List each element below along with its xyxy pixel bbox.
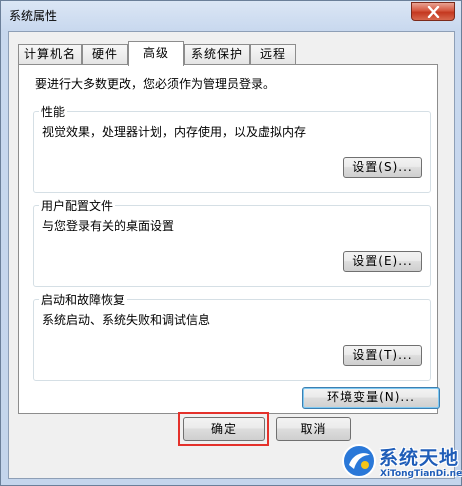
- close-icon: [427, 6, 440, 18]
- performance-group-title: 性能: [39, 103, 68, 120]
- startup-recovery-group-title: 启动和故障恢复: [39, 291, 128, 308]
- watermark-logo-icon: [342, 444, 376, 478]
- tab-computer-name[interactable]: 计算机名: [18, 44, 82, 65]
- performance-settings-button[interactable]: 设置(S)...: [343, 157, 422, 178]
- close-button[interactable]: [411, 2, 455, 21]
- system-properties-window: 系统属性 计算机名 硬件 高级 系统保护 远程 要进行大多数更改，您必须作为管理…: [0, 0, 462, 486]
- user-profiles-group-title: 用户配置文件: [39, 197, 116, 214]
- window-title: 系统属性: [9, 9, 58, 23]
- advanced-tab-panel: 要进行大多数更改，您必须作为管理员登录。 性能 视觉效果，处理器计划，内存使用，…: [18, 64, 440, 414]
- performance-group: 性能 视觉效果，处理器计划，内存使用，以及虚拟内存 设置(S)...: [33, 103, 431, 193]
- environment-variables-button[interactable]: 环境变量(N)...: [302, 387, 440, 409]
- startup-recovery-settings-button[interactable]: 设置(T)...: [343, 345, 422, 366]
- admin-note: 要进行大多数更改，您必须作为管理员登录。: [35, 77, 276, 91]
- tab-advanced[interactable]: 高级: [128, 41, 184, 66]
- title-bar[interactable]: 系统属性: [1, 1, 461, 33]
- ok-button-highlight: [178, 412, 269, 446]
- tab-hardware[interactable]: 硬件: [82, 44, 128, 65]
- tab-system-protection[interactable]: 系统保护: [184, 44, 250, 65]
- user-profiles-group: 用户配置文件 与您登录有关的桌面设置 设置(E)...: [33, 197, 431, 287]
- startup-recovery-group: 启动和故障恢复 系统启动、系统失败和调试信息 设置(T)...: [33, 291, 431, 381]
- tab-remote[interactable]: 远程: [250, 44, 296, 65]
- site-watermark: 系统天地 XiTongTianDi.net: [337, 437, 462, 486]
- startup-recovery-description: 系统启动、系统失败和调试信息: [42, 313, 211, 327]
- performance-description: 视觉效果，处理器计划，内存使用，以及虚拟内存: [42, 125, 307, 139]
- watermark-title: 系统天地: [379, 447, 460, 469]
- user-profiles-description: 与您登录有关的桌面设置: [42, 219, 175, 233]
- user-profiles-settings-button[interactable]: 设置(E)...: [343, 251, 422, 272]
- watermark-url: XiTongTianDi.net: [380, 469, 462, 479]
